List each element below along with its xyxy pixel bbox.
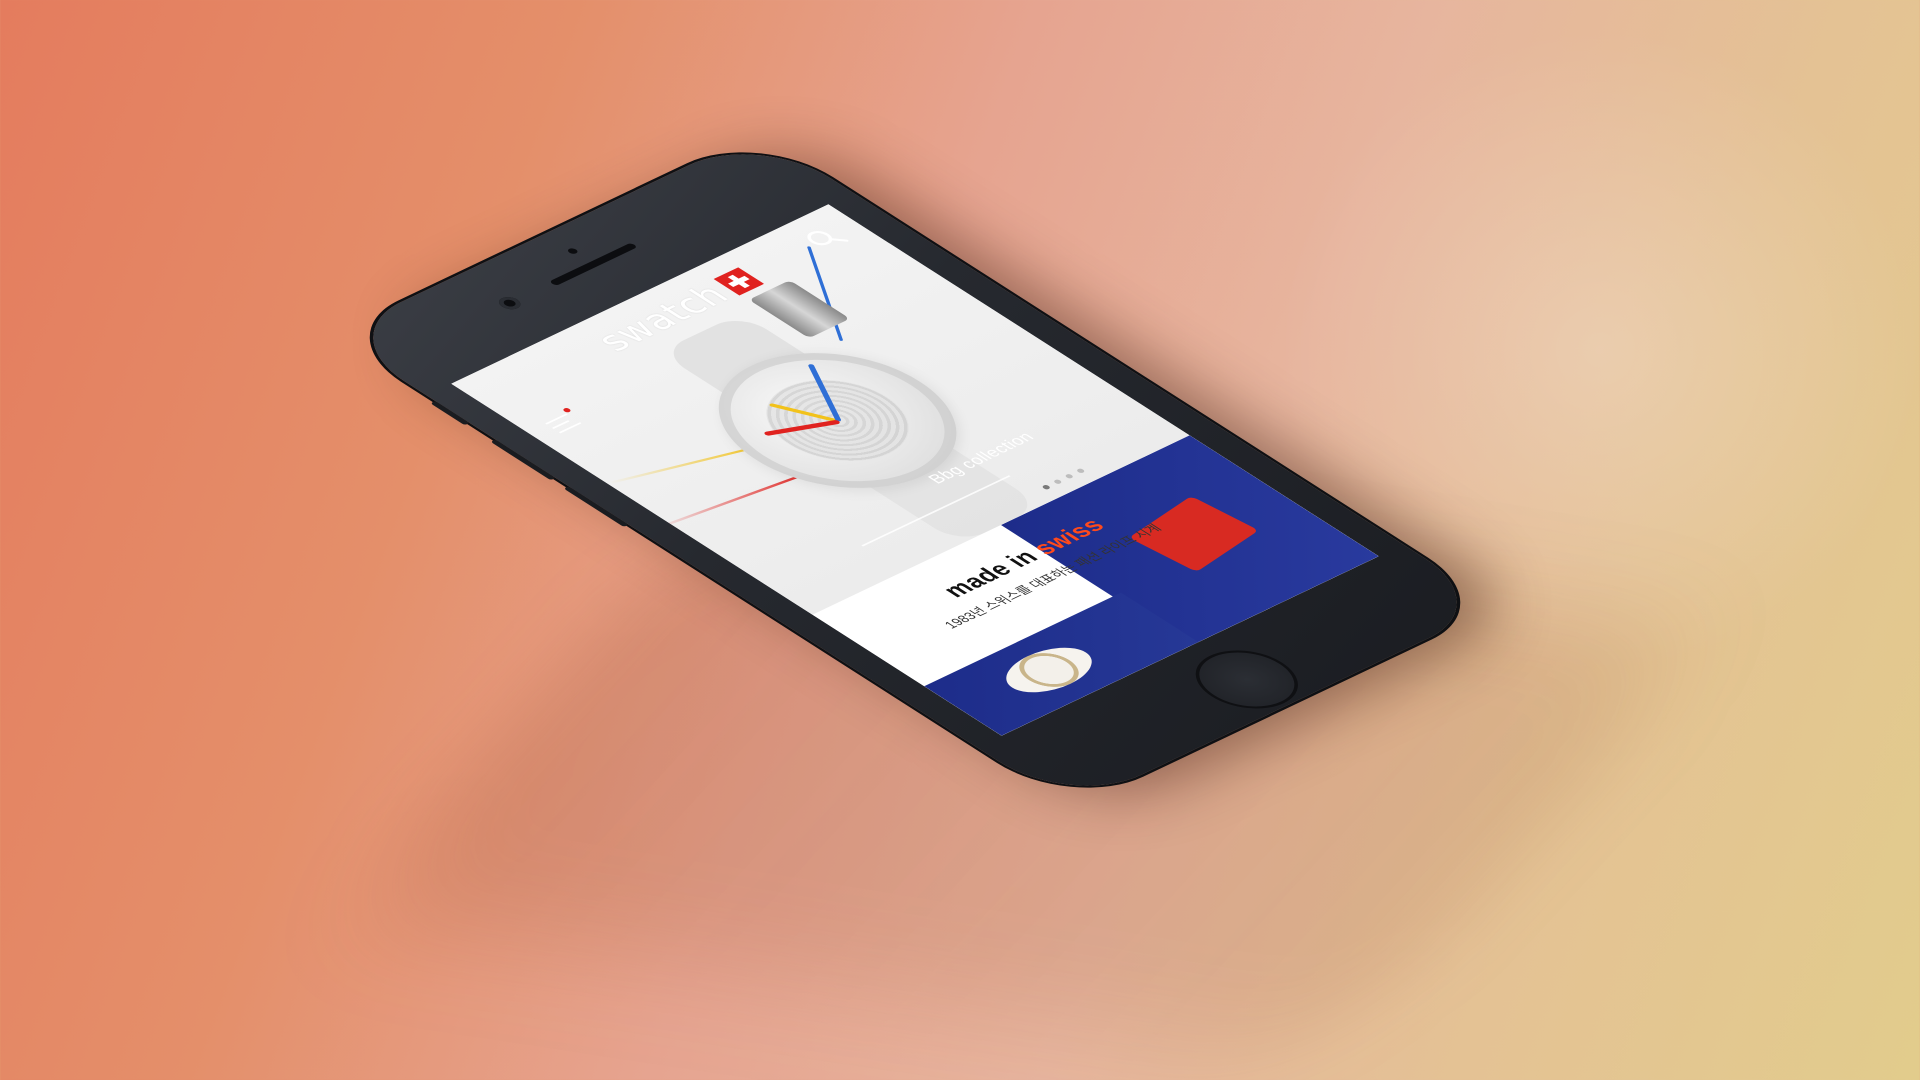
carousel-dot[interactable]: [1052, 478, 1063, 485]
carousel-dot[interactable]: [1041, 484, 1052, 490]
notification-dot: [561, 407, 572, 413]
search-icon: [807, 231, 849, 246]
carousel-dot[interactable]: [1064, 473, 1075, 480]
phone-mockup: swatch Bbg collection made in swiss 1983…: [332, 132, 1498, 808]
carousel-dot[interactable]: [1075, 467, 1086, 474]
watch-image: [608, 246, 1042, 545]
search-button[interactable]: [791, 220, 858, 258]
menu-button[interactable]: [540, 407, 594, 437]
red-wire: [650, 469, 817, 531]
